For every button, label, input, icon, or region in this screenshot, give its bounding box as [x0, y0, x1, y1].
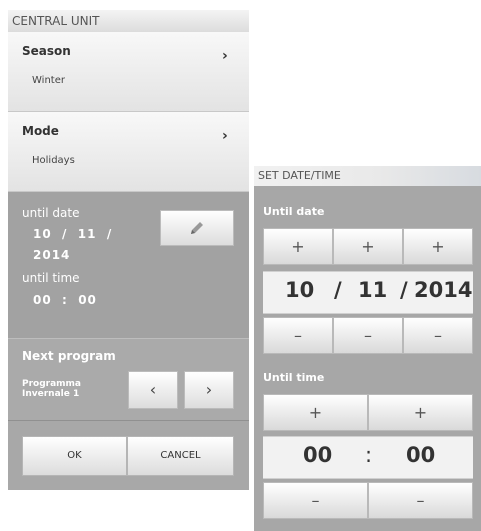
year-value: 2014 — [414, 278, 473, 302]
chevron-right-icon: › — [222, 128, 228, 144]
next-program-button[interactable]: › — [184, 371, 234, 409]
mode-row[interactable]: Mode Holidays › — [8, 112, 249, 192]
next-program-value: Programma Invernale 1 — [22, 379, 82, 399]
central-unit-title: CENTRAL UNIT — [8, 10, 249, 32]
day-value: 10 — [285, 278, 315, 302]
month-increment-button[interactable]: + — [333, 228, 403, 265]
date-separator: / — [334, 278, 342, 302]
time-display: 00 : 00 — [263, 436, 473, 479]
chevron-right-icon: › — [205, 380, 213, 399]
hours-decrement-button[interactable]: – — [263, 482, 368, 519]
footer: OK CANCEL — [8, 420, 249, 490]
ok-button[interactable]: OK — [22, 436, 127, 476]
next-program-label: Next program — [22, 349, 116, 363]
day-decrement-button[interactable]: – — [263, 317, 333, 354]
month-decrement-button[interactable]: – — [333, 317, 403, 354]
until-date-label: until date — [22, 206, 80, 220]
date-display: 10 / 11 / 2014 — [263, 271, 473, 314]
until-date-label: Until date — [263, 205, 325, 218]
minutes-increment-button[interactable]: + — [368, 394, 473, 431]
year-increment-button[interactable]: + — [403, 228, 473, 265]
set-datetime-panel: SET DATE/TIME Until date + + + 10 / 11 /… — [254, 166, 481, 531]
central-unit-panel: CENTRAL UNIT Season Winter › Mode Holida… — [8, 10, 249, 490]
until-section: until date 10 / 11 / 2014 until time 00 … — [8, 192, 249, 338]
season-row[interactable]: Season Winter › — [8, 32, 249, 112]
until-time-value: 00 : 00 — [33, 293, 97, 307]
edit-button[interactable] — [160, 210, 234, 246]
time-separator: : — [365, 443, 373, 467]
cancel-button[interactable]: CANCEL — [127, 436, 234, 476]
day-increment-button[interactable]: + — [263, 228, 333, 265]
date-separator: / — [400, 278, 408, 302]
until-time-label: Until time — [263, 371, 325, 384]
mode-label: Mode — [22, 124, 59, 138]
mode-value: Holidays — [32, 155, 75, 166]
until-date-value: 10 / 11 / — [33, 227, 113, 241]
season-value: Winter — [32, 75, 65, 86]
hours-value: 00 — [303, 443, 333, 467]
until-time-label: until time — [22, 271, 80, 285]
until-date-year: 2014 — [33, 248, 71, 262]
chevron-left-icon: ‹ — [149, 380, 157, 399]
prev-program-button[interactable]: ‹ — [128, 371, 178, 409]
year-decrement-button[interactable]: – — [403, 317, 473, 354]
set-datetime-title: SET DATE/TIME — [254, 166, 481, 186]
pencil-icon — [191, 222, 203, 234]
month-value: 11 — [358, 278, 388, 302]
next-program-section: Next program Programma Invernale 1 ‹ › — [8, 338, 249, 420]
minutes-value: 00 — [406, 443, 436, 467]
minutes-decrement-button[interactable]: – — [368, 482, 473, 519]
chevron-right-icon: › — [222, 48, 228, 64]
hours-increment-button[interactable]: + — [263, 394, 368, 431]
season-label: Season — [22, 44, 71, 58]
